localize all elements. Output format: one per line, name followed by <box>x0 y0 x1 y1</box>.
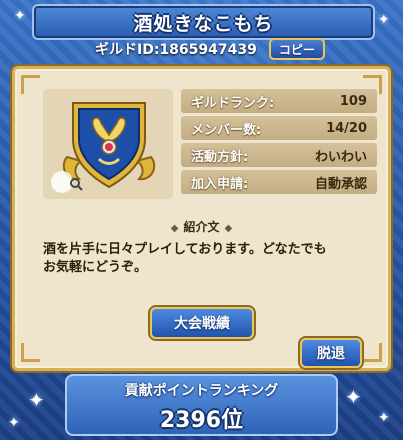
intro-heading: ◆ 紹介文 ◆ <box>15 218 388 235</box>
stat-label: 加入申請: <box>191 176 249 192</box>
diamond-left-icon: ◆ <box>170 223 179 234</box>
stat-value: 109 <box>339 93 367 109</box>
stat-value: 14/20 <box>326 120 367 136</box>
sparkle-icon: ✦ <box>28 388 45 412</box>
intro-heading-label: 紹介文 <box>183 220 220 234</box>
stat-row-rank: ギルドランク: 109 <box>181 89 377 113</box>
panel-corner-ornament <box>21 343 40 362</box>
stat-value: わいわい <box>314 149 367 165</box>
intro-line: お気軽にどうぞ。 <box>43 260 148 275</box>
zoom-icon[interactable] <box>51 171 83 193</box>
stat-label: ギルドランク: <box>191 95 275 111</box>
intro-text: 酒を片手に日々プレイしております。どなたでも お気軽にどうぞ。 <box>43 241 373 277</box>
sparkle-icon: ✦ <box>8 415 20 431</box>
ranking-value: 2396位 <box>159 408 244 433</box>
guild-name-banner: 酒処きなこもち <box>32 4 375 40</box>
guild-stats: ギルドランク: 109 メンバー数: 14/20 活動方針: わいわい 加入申請… <box>181 89 377 197</box>
panel-corner-ornament <box>21 75 40 94</box>
guild-emblem[interactable] <box>43 89 173 199</box>
contribution-ranking-banner[interactable]: 貢献ポイントランキング 2396位 <box>65 374 338 436</box>
copy-id-button[interactable]: コピー <box>268 38 325 60</box>
stat-row-members: メンバー数: 14/20 <box>181 116 377 140</box>
guild-name: 酒処きなこもち <box>133 12 274 35</box>
panel-corner-ornament <box>363 343 382 362</box>
ranking-title: 貢献ポイントランキング <box>124 383 279 399</box>
stat-label: 活動方針: <box>191 149 249 165</box>
stat-row-join-request: 加入申請: 自動承認 <box>181 170 377 194</box>
stat-row-policy: 活動方針: わいわい <box>181 143 377 167</box>
sparkle-icon: ✦ <box>345 385 362 409</box>
sparkle-icon: ✦ <box>378 410 390 426</box>
intro-line: 酒を片手に日々プレイしております。どなたでも <box>43 242 327 257</box>
sparkle-icon: ✦ <box>14 8 26 24</box>
stat-value: 自動承認 <box>314 176 367 192</box>
diamond-right-icon: ◆ <box>224 223 233 234</box>
guild-id-row: ギルドID:1865947439 コピー <box>95 38 325 60</box>
leave-guild-button[interactable]: 脱退 <box>300 338 362 368</box>
sparkle-icon: ✦ <box>378 12 390 28</box>
guild-id: ギルドID:1865947439 <box>95 42 257 58</box>
stat-label: メンバー数: <box>191 122 262 138</box>
tournament-record-button[interactable]: 大会戦績 <box>150 307 254 339</box>
